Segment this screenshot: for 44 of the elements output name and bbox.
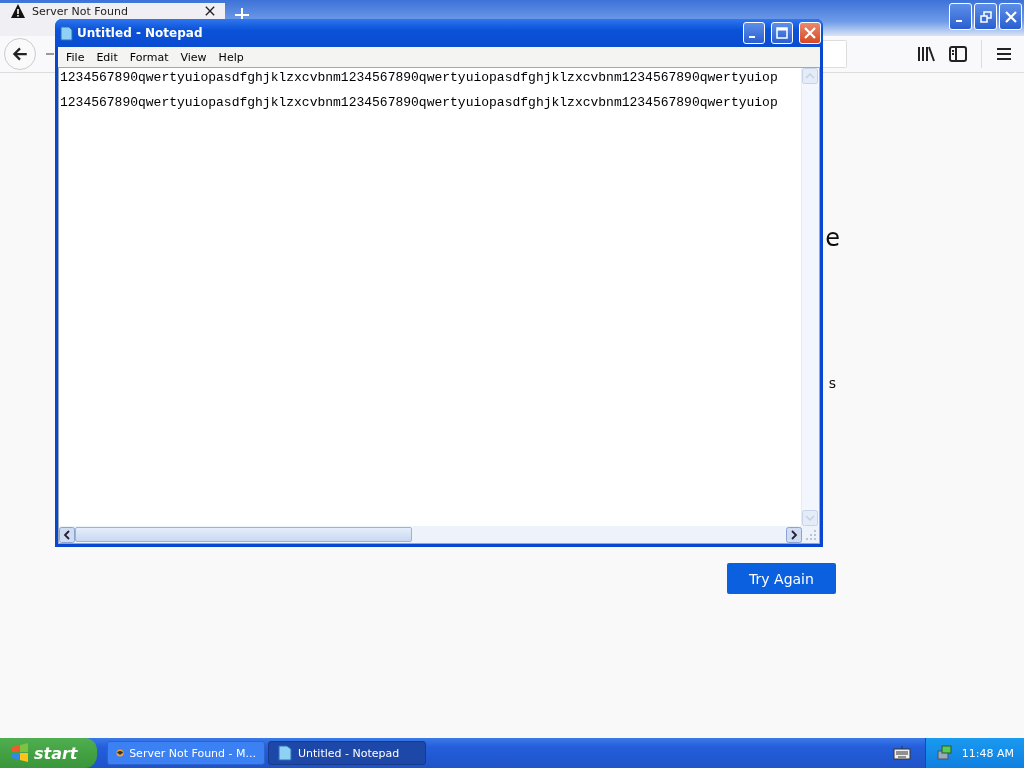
new-tab-icon[interactable] (235, 8, 249, 22)
close-button[interactable] (799, 22, 821, 44)
text-line: 1234567890qwertyuiopasdfghjklzxcvbnm1234567890qwertyuiopasdfghjklzxcvbnm1234567890qwertyuiop (60, 96, 779, 109)
error-heading: e (825, 223, 840, 254)
window-title: Untitled - Notepad (77, 26, 203, 40)
maximize-button[interactable] (771, 22, 793, 44)
taskbar-button[interactable]: Server Not Found - M... (107, 741, 265, 765)
taskbar-button[interactable]: Untitled - Notepad (268, 741, 426, 765)
restore-icon (979, 10, 992, 23)
text-line: 1234567890qwertyuiopasdfghjklzxcvbnm1234567890qwertyuiopasdfghjklzxcvbnm1234567890qwertyuiop (60, 71, 779, 84)
maximize-icon (776, 27, 788, 39)
warning-icon (10, 3, 26, 19)
notepad-icon (277, 745, 293, 761)
menu-item[interactable]: Help (212, 50, 250, 64)
back-button[interactable] (4, 38, 36, 70)
scroll-thumb[interactable] (75, 527, 412, 542)
restore-button[interactable] (974, 3, 997, 30)
error-text: s (828, 375, 836, 391)
menu-item[interactable]: File (60, 50, 91, 64)
notepad-icon (59, 25, 73, 41)
minimize-button[interactable] (949, 3, 972, 30)
back-arrow-icon (11, 45, 29, 63)
close-icon (1004, 10, 1017, 23)
network-icon[interactable] (935, 744, 954, 762)
minimize-button[interactable] (743, 22, 765, 44)
close-button[interactable] (999, 3, 1022, 30)
try-again-button[interactable]: Try Again (727, 563, 836, 594)
scroll-left-icon[interactable] (59, 526, 75, 543)
resize-grip-icon[interactable] (802, 526, 819, 543)
clock: 11:48 AM (961, 746, 1014, 760)
sidebar-icon[interactable] (949, 46, 967, 62)
scroll-right-icon[interactable] (786, 526, 802, 543)
menu-icon[interactable] (996, 47, 1012, 61)
menu-item[interactable]: Format (123, 50, 175, 64)
menu-item[interactable]: View (174, 50, 213, 64)
windows-flag-icon (10, 743, 30, 763)
close-icon (804, 27, 816, 39)
address-field[interactable] (822, 40, 847, 68)
menu-item[interactable]: Edit (90, 50, 124, 64)
minimize-icon (955, 19, 962, 22)
keyboard-icon[interactable] (892, 746, 911, 760)
horizontal-scrollbar[interactable] (59, 526, 802, 543)
library-icon[interactable] (917, 46, 935, 62)
close-tab-icon[interactable] (205, 6, 215, 16)
